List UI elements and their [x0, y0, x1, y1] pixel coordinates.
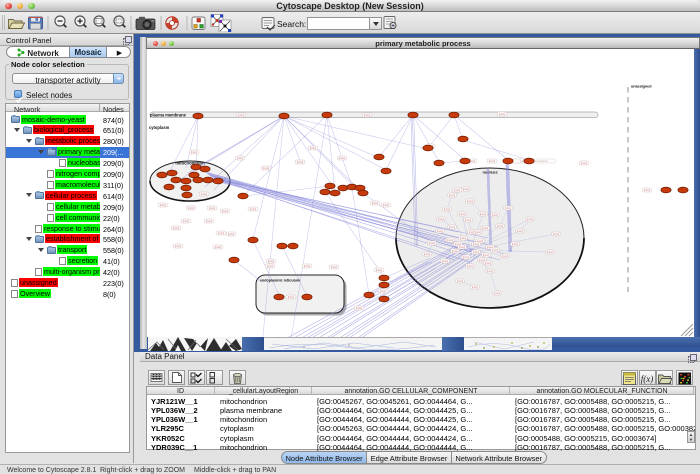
svg-text:[nd-x]: [nd-x] — [237, 157, 244, 160]
svg-text:[nd-x]: [nd-x] — [512, 243, 519, 246]
svg-text:[nd-x]: [nd-x] — [442, 260, 449, 263]
svg-text:[nd-x]: [nd-x] — [372, 202, 379, 205]
svg-text:[nd-x]: [nd-x] — [209, 207, 216, 210]
svg-text:[nd-x]: [nd-x] — [263, 167, 270, 170]
svg-text:[nd-x]: [nd-x] — [553, 233, 560, 236]
svg-text:[nd-x]: [nd-x] — [499, 113, 506, 116]
svg-text:[nd-x]: [nd-x] — [429, 242, 436, 245]
svg-text:[nd-x]: [nd-x] — [238, 114, 245, 117]
svg-text:[nd-x]: [nd-x] — [483, 254, 490, 257]
svg-text:[nd-x]: [nd-x] — [494, 292, 501, 295]
svg-text:[nd-x]: [nd-x] — [267, 265, 274, 268]
svg-text:[nd-x]: [nd-x] — [467, 200, 474, 203]
svg-text:[nd-x]: [nd-x] — [250, 208, 257, 211]
svg-text:[nd-x]: [nd-x] — [268, 260, 275, 263]
svg-text:[nd-x]: [nd-x] — [480, 213, 487, 216]
svg-text:[nd-x]: [nd-x] — [310, 147, 317, 150]
svg-text:[nd-x]: [nd-x] — [173, 227, 180, 230]
svg-text:[nd-x]: [nd-x] — [191, 151, 198, 154]
svg-text:[nd-x]: [nd-x] — [517, 230, 524, 233]
svg-text:[nd-x]: [nd-x] — [581, 162, 588, 165]
svg-text:[nd-x]: [nd-x] — [502, 255, 509, 258]
svg-text:[nd-x]: [nd-x] — [460, 237, 467, 240]
svg-text:endoplasmic reticulum: endoplasmic reticulum — [260, 279, 301, 283]
svg-text:[nd-x]: [nd-x] — [438, 218, 445, 221]
svg-text:[nd-x]: [nd-x] — [497, 225, 504, 228]
svg-text:[nd-x]: [nd-x] — [463, 188, 470, 191]
svg-text:[nd-x]: [nd-x] — [644, 189, 651, 192]
svg-text:[nd-x]: [nd-x] — [492, 249, 499, 252]
svg-text:[nd-x]: [nd-x] — [222, 210, 229, 213]
svg-text:[nd-x]: [nd-x] — [228, 233, 235, 236]
svg-text:[nd-x]: [nd-x] — [482, 227, 489, 230]
svg-text:[nd-x]: [nd-x] — [356, 307, 363, 310]
svg-text:[nd-x]: [nd-x] — [331, 266, 338, 269]
svg-text:[nd-x]: [nd-x] — [463, 256, 470, 259]
svg-text:[nd-x]: [nd-x] — [175, 245, 182, 248]
svg-text:[nd-x]: [nd-x] — [447, 239, 454, 242]
svg-text:[nd-x]: [nd-x] — [457, 280, 464, 283]
svg-text:[nd-x]: [nd-x] — [383, 204, 390, 207]
svg-text:[nd-x]: [nd-x] — [437, 230, 444, 233]
svg-text:[nd-x]: [nd-x] — [452, 250, 459, 253]
svg-text:[nd-x]: [nd-x] — [339, 157, 346, 160]
svg-text:[nd-x]: [nd-x] — [449, 226, 456, 229]
svg-text:[nd-x]: [nd-x] — [376, 269, 383, 272]
svg-text:[nd-x]: [nd-x] — [449, 194, 456, 197]
svg-text:plasma membrane: plasma membrane — [150, 112, 187, 117]
svg-text:[nd-x]: [nd-x] — [473, 251, 480, 254]
svg-text:cytoplasm: cytoplasm — [149, 125, 170, 130]
svg-text:[nd-x]: [nd-x] — [188, 207, 195, 210]
svg-text:[nd-x]: [nd-x] — [547, 251, 554, 254]
svg-text:[nd-x]: [nd-x] — [459, 246, 466, 249]
svg-text:[nd-x]: [nd-x] — [467, 265, 474, 268]
svg-text:[nd-x]: [nd-x] — [489, 160, 496, 163]
svg-text:[nd-x]: [nd-x] — [492, 214, 499, 217]
svg-text:[nd-x]: [nd-x] — [215, 246, 222, 249]
svg-text:f(x): f(x) — [641, 374, 654, 384]
svg-text:[nd-x]: [nd-x] — [465, 219, 472, 222]
svg-text:[nd-x]: [nd-x] — [160, 204, 167, 207]
svg-text:[nd-x]: [nd-x] — [297, 161, 304, 164]
svg-text:[nd-x]: [nd-x] — [473, 243, 480, 246]
svg-text:[nd-x]: [nd-x] — [206, 220, 213, 223]
svg-text:[nd-x]: [nd-x] — [475, 231, 482, 234]
svg-text:[nd-x]: [nd-x] — [380, 290, 387, 293]
svg-text:[nd-x]: [nd-x] — [444, 208, 451, 211]
svg-text:[nd-x]: [nd-x] — [459, 213, 466, 216]
svg-text:unassigned: unassigned — [631, 85, 652, 89]
svg-text:[nd-x]: [nd-x] — [505, 207, 512, 210]
svg-text:[nd-x]: [nd-x] — [424, 253, 431, 256]
svg-text:[nd-x]: [nd-x] — [527, 218, 534, 221]
svg-text:[nd-x]: [nd-x] — [487, 270, 494, 273]
svg-text:[nd-x]: [nd-x] — [364, 114, 371, 117]
svg-text:[nd-x]: [nd-x] — [485, 262, 492, 265]
svg-text:[nd-x]: [nd-x] — [304, 265, 311, 268]
svg-text:[nd-x]: [nd-x] — [454, 189, 461, 192]
svg-text:[nd-x]: [nd-x] — [288, 296, 295, 299]
svg-text:[nd-x]: [nd-x] — [218, 232, 225, 235]
svg-text:nucleus: nucleus — [482, 170, 498, 175]
svg-text:[nd-x]: [nd-x] — [201, 193, 208, 196]
svg-text:[nd-x]: [nd-x] — [472, 286, 479, 289]
svg-text:[nd-x]: [nd-x] — [183, 220, 190, 223]
